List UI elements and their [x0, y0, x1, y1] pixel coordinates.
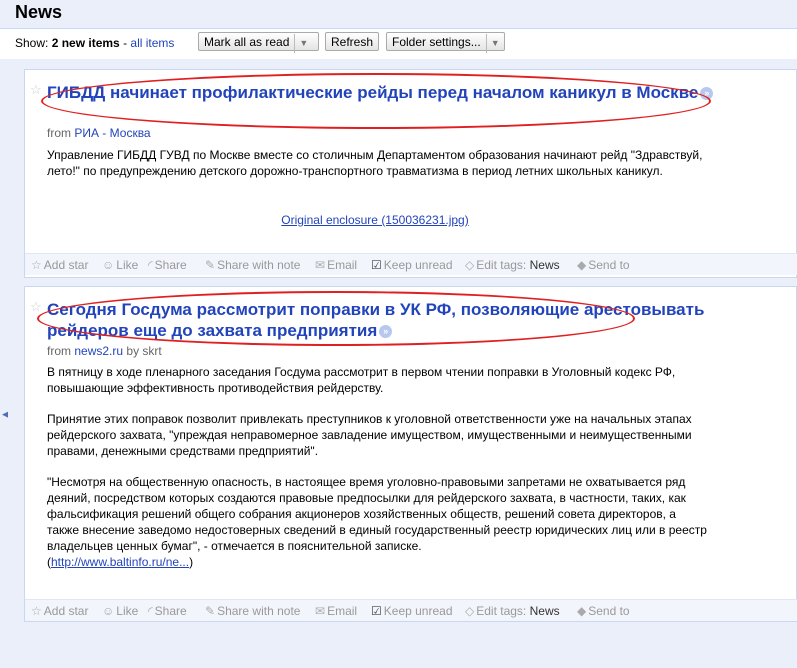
like-action[interactable]: ☺ Like: [102, 258, 138, 272]
share-note-icon: ✎: [205, 258, 216, 272]
send-to-action[interactable]: ◆ Send to: [577, 604, 630, 618]
keep-unread-action[interactable]: ☑ Keep unread: [371, 604, 453, 618]
share-action[interactable]: ◜ Share: [148, 258, 187, 272]
checkbox-icon[interactable]: ☑: [371, 258, 382, 272]
tag-value: News: [529, 258, 560, 272]
entry-paragraph: Управление ГИБДД ГУВД по Москве вместе с…: [47, 148, 703, 178]
send-to-label: Send to: [588, 604, 630, 618]
entry-body: Управление ГИБДД ГУВД по Москве вместе с…: [47, 147, 707, 194]
from-label: from: [47, 126, 71, 140]
new-items-count[interactable]: 2 new items: [52, 36, 120, 50]
share-note-icon: ✎: [205, 604, 216, 618]
add-star-action[interactable]: ☆ Add star: [31, 258, 88, 272]
edit-tags-label: Edit tags:: [476, 604, 527, 618]
entry-actions: ☆ Add star ☺ Like ◜ Share ✎ Share with note …: [25, 599, 797, 621]
add-star-action[interactable]: ☆ Add star: [31, 604, 88, 618]
add-star-label: Add star: [43, 258, 89, 272]
enclosure: Original enclosure (150036231.jpg): [25, 213, 725, 227]
share-icon: ◜: [148, 258, 153, 272]
entries-container: ☆ ГИБДД начинает профилактические рейды …: [8, 59, 797, 668]
entry-source: from РИА - Москва: [47, 126, 151, 140]
share-label: Share: [154, 258, 187, 272]
tag-icon: ◇: [465, 604, 475, 618]
share-label: Share: [154, 604, 187, 618]
show-filter: Show: 2 new items - all items: [15, 36, 174, 50]
from-label: from: [47, 344, 71, 358]
add-star-label: Add star: [43, 604, 89, 618]
share-with-note-action[interactable]: ✎ Share with note: [205, 604, 300, 618]
share-with-note-label: Share with note: [217, 604, 301, 618]
show-label: Show:: [15, 36, 49, 50]
star-icon: ☆: [31, 258, 42, 272]
email-action[interactable]: ✉ Email: [315, 258, 357, 272]
source-link[interactable]: news2.ru: [74, 344, 123, 358]
entry-title-text[interactable]: ГИБДД начинает профилактические рейды пе…: [47, 83, 698, 102]
entry-title[interactable]: ГИБДД начинает профилактические рейды пе…: [47, 82, 727, 103]
send-to-action[interactable]: ◆ Send to: [577, 258, 630, 272]
tag-icon: ◇: [465, 258, 475, 272]
entry-actions: ☆ Add star ☺ Like ◜ Share ✎ Share with note …: [25, 253, 797, 275]
entry-title[interactable]: Сегодня Госдума рассмотрит поправки в УК…: [47, 299, 727, 341]
email-icon: ✉: [315, 258, 326, 272]
email-label: Email: [327, 604, 358, 618]
keep-unread-label: Keep unread: [383, 258, 453, 272]
refresh-label: Refresh: [331, 35, 374, 49]
share-with-note-label: Share with note: [217, 258, 301, 272]
email-action[interactable]: ✉ Email: [315, 604, 357, 618]
like-action[interactable]: ☺ Like: [102, 604, 138, 618]
entry-link-wrap: (http://www.baltinfo.ru/ne...): [47, 555, 194, 569]
star-icon: ☆: [31, 604, 42, 618]
like-icon: ☺: [102, 604, 115, 618]
share-with-note-action[interactable]: ✎ Share with note: [205, 258, 300, 272]
entry-paragraph: Принятие этих поправок позволит привлека…: [47, 412, 692, 458]
enclosure-link[interactable]: Original enclosure (150036231.jpg): [281, 213, 468, 227]
mark-all-read-label: Mark all as read: [204, 35, 290, 49]
keep-unread-action[interactable]: ☑ Keep unread: [371, 258, 453, 272]
toolbar: Show: 2 new items - all items Mark all a…: [0, 29, 797, 57]
folder-settings-label: Folder settings...: [392, 35, 481, 49]
mark-all-read-button[interactable]: Mark all as read ▼: [198, 32, 319, 53]
entry-paragraph: В пятницу в ходе пленарного заседания Го…: [47, 365, 676, 395]
edit-tags-label: Edit tags:: [476, 258, 527, 272]
edit-tags-action[interactable]: ◇ Edit tags: News: [465, 604, 560, 618]
dropdown-arrow-icon[interactable]: ▼: [485, 34, 500, 53]
source-link[interactable]: РИА - Москва: [74, 126, 150, 140]
header-bar: News: [0, 0, 797, 29]
tag-value: News: [529, 604, 560, 618]
star-icon[interactable]: ☆: [30, 299, 42, 315]
email-label: Email: [327, 258, 358, 272]
keep-unread-label: Keep unread: [383, 604, 453, 618]
dropdown-arrow-icon[interactable]: ▼: [294, 34, 308, 53]
send-icon: ◆: [577, 258, 587, 272]
entry-link[interactable]: http://www.baltinfo.ru/ne...: [51, 555, 189, 569]
go-arrow-icon[interactable]: »: [379, 325, 393, 338]
like-icon: ☺: [102, 258, 115, 272]
entry-card[interactable]: ☆ Сегодня Госдума рассмотрит поправки в …: [24, 286, 797, 622]
go-arrow-icon[interactable]: »: [700, 87, 714, 100]
edit-tags-action[interactable]: ◇ Edit tags: News: [465, 258, 560, 272]
page-title: News: [15, 2, 63, 22]
filter-separator: -: [123, 36, 128, 50]
author-label: by skrt: [126, 344, 162, 358]
like-label: Like: [116, 604, 139, 618]
refresh-button[interactable]: Refresh: [325, 32, 379, 51]
entry-title-text[interactable]: Сегодня Госдума рассмотрит поправки в УК…: [47, 300, 704, 340]
all-items-link[interactable]: all items: [130, 36, 174, 50]
checkbox-icon[interactable]: ☑: [371, 604, 382, 618]
share-icon: ◜: [148, 604, 153, 618]
entry-source: from news2.ru by skrt: [47, 344, 162, 358]
send-to-label: Send to: [588, 258, 630, 272]
like-label: Like: [116, 258, 139, 272]
email-icon: ✉: [315, 604, 326, 618]
star-icon[interactable]: ☆: [30, 82, 42, 98]
send-icon: ◆: [577, 604, 587, 618]
entry-card[interactable]: ☆ ГИБДД начинает профилактические рейды …: [24, 69, 797, 278]
entry-body: В пятницу в ходе пленарного заседания Го…: [47, 364, 707, 570]
share-action[interactable]: ◜ Share: [148, 604, 187, 618]
folder-settings-button[interactable]: Folder settings... ▼: [386, 32, 505, 53]
entry-paragraph: "Несмотря на общественную опасность, в н…: [47, 475, 707, 553]
